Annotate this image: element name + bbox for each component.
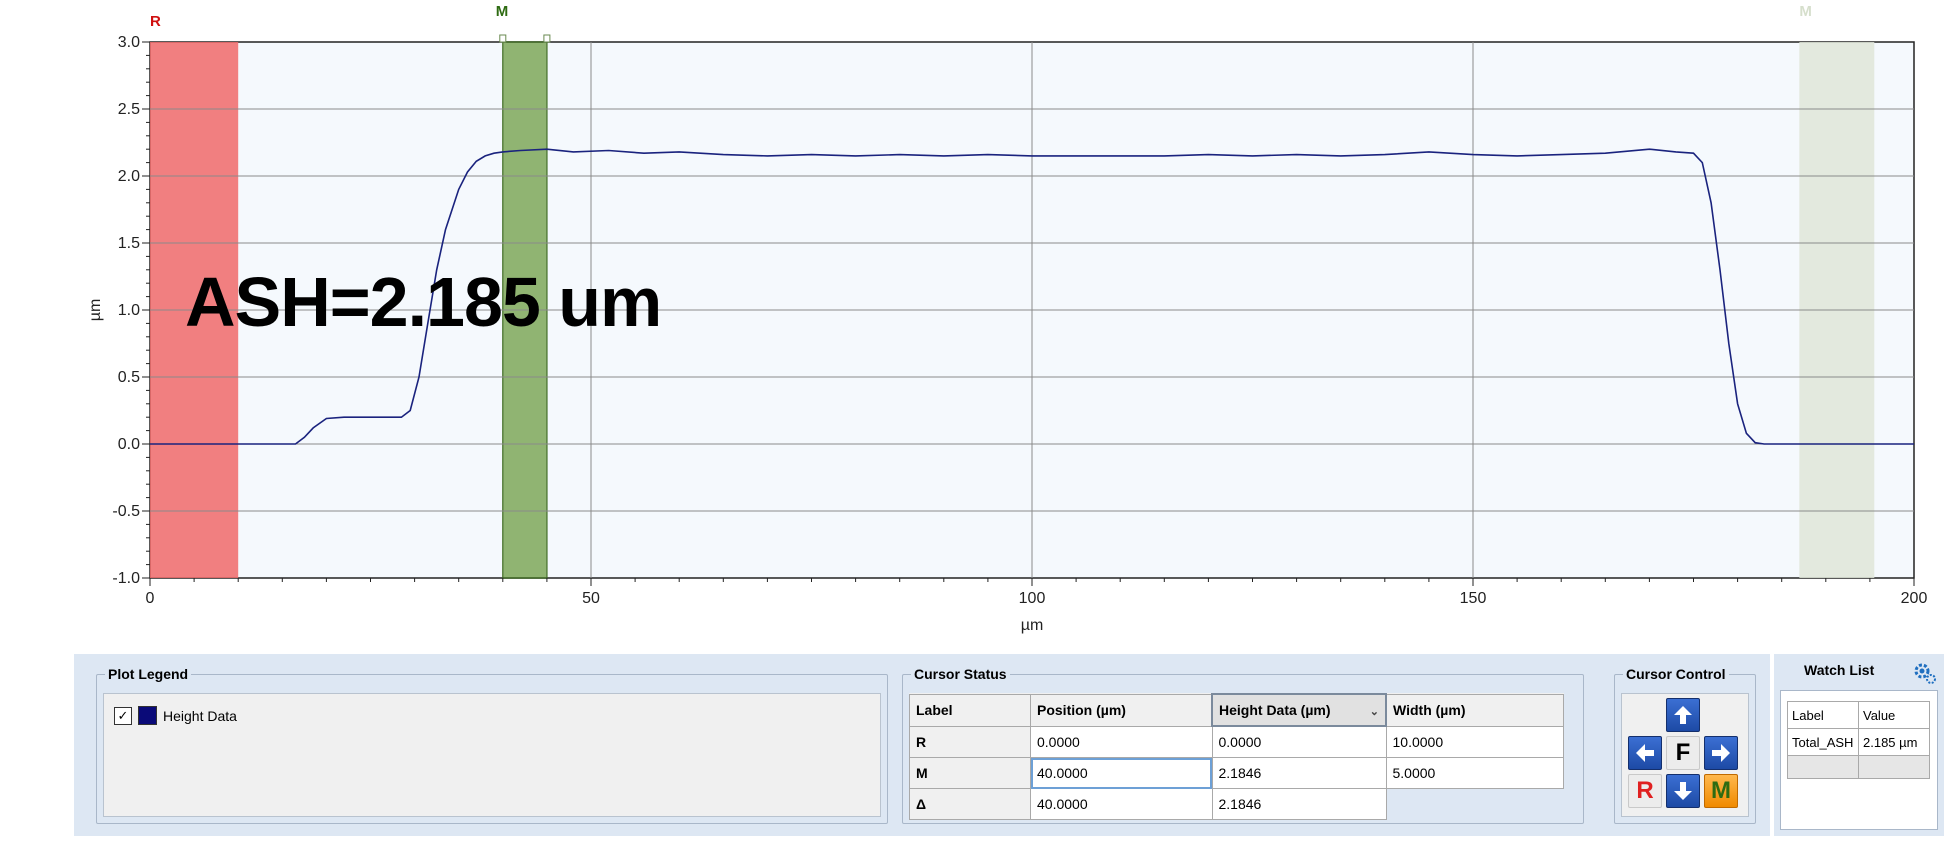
cursor-control-group: Cursor Control F R M [1614, 666, 1756, 824]
watch-list-table: Label Value Total_ASH 2.185 µm [1787, 701, 1930, 779]
x-tick-label: 200 [1901, 590, 1928, 607]
cursor-status-group: Cursor Status Label Position (µm) Height… [902, 666, 1584, 824]
plot-legend-title: Plot Legend [105, 666, 192, 682]
move-left-button[interactable] [1628, 736, 1662, 770]
watch-list-panel: Watch List Label Value Total_ASH 2.185 µ… [1774, 654, 1944, 836]
cursor-status-table: Label Position (µm) Height Data (µm) ⌄ Wi… [909, 693, 1564, 820]
y-tick-label: 0.5 [118, 369, 140, 386]
cursor-control-title: Cursor Control [1623, 666, 1729, 682]
bottom-panel: Plot Legend ✓ Height Data Cursor Status … [74, 654, 1770, 836]
watch-header-label[interactable]: Label [1787, 701, 1859, 729]
watch-new-label-cell[interactable] [1787, 755, 1859, 779]
cursor-label-m: M [1799, 3, 1812, 20]
move-down-button[interactable] [1666, 774, 1700, 808]
watch-list-title: Watch List [1804, 662, 1875, 678]
y-tick-label: -0.5 [112, 503, 140, 520]
table-row: R 0.0000 0.0000 10.0000 [909, 725, 1564, 758]
cursor-label-m: M [496, 3, 509, 20]
legend-item-label: Height Data [163, 707, 237, 724]
watch-header-value[interactable]: Value [1858, 701, 1930, 729]
y-tick-label: 2.5 [118, 101, 140, 118]
y-tick-label: 0.0 [118, 436, 140, 453]
x-tick-label: 100 [1019, 590, 1046, 607]
height-delta-value: 2.1846 [1211, 788, 1387, 820]
chevron-down-icon[interactable]: ⌄ [1370, 705, 1379, 718]
cursor-handle-left [499, 34, 507, 43]
width-m-input[interactable]: 5.0000 [1385, 757, 1564, 789]
table-row-new[interactable] [1787, 755, 1930, 779]
watch-row-value: 2.185 µm [1858, 728, 1930, 756]
row-label-delta: Δ [909, 788, 1031, 820]
fit-button[interactable]: F [1666, 736, 1700, 770]
position-m-input[interactable]: 40.0000 [1030, 757, 1213, 789]
plot-legend-list: ✓ Height Data [103, 693, 881, 817]
table-header-row: Label Position (µm) Height Data (µm) ⌄ Wi… [909, 693, 1564, 727]
arrow-down-icon [1674, 782, 1692, 800]
x-tick-label: 50 [582, 590, 600, 607]
arrow-right-icon [1712, 744, 1730, 762]
width-delta-empty [1386, 788, 1564, 820]
x-tick-label: 0 [146, 590, 155, 607]
watch-row-label: Total_ASH [1787, 728, 1859, 756]
select-m-cursor-button[interactable]: M [1704, 774, 1738, 808]
x-axis-label: µm [1021, 617, 1044, 634]
select-r-cursor-button[interactable]: R [1628, 774, 1662, 808]
table-header-row: Label Value [1787, 701, 1930, 729]
column-header-height-label: Height Data (µm) [1219, 702, 1331, 718]
legend-item-height-data[interactable]: ✓ Height Data [114, 706, 237, 725]
column-header-width[interactable]: Width (µm) [1385, 693, 1564, 727]
legend-swatch [138, 706, 157, 725]
y-axis-label: µm [87, 299, 104, 322]
gear-icon[interactable] [1912, 660, 1938, 686]
height-r-value: 0.0000 [1211, 725, 1387, 758]
move-right-button[interactable] [1704, 736, 1738, 770]
height-m-value: 2.1846 [1211, 757, 1387, 789]
cursor-status-title: Cursor Status [911, 666, 1010, 682]
move-up-button[interactable] [1666, 698, 1700, 732]
y-tick-label: 1.0 [118, 302, 140, 319]
table-row[interactable]: Total_ASH 2.185 µm [1787, 728, 1930, 756]
row-label-m: M [909, 757, 1031, 789]
column-header-height[interactable]: Height Data (µm) ⌄ [1211, 693, 1387, 727]
ash-annotation: ASH=2.185 um [185, 263, 662, 341]
watch-new-value-cell[interactable] [1858, 755, 1930, 779]
plot-legend-group: Plot Legend ✓ Height Data [96, 666, 888, 824]
width-r-input[interactable]: 10.0000 [1385, 725, 1564, 758]
cursor-control-pad: F R M [1621, 693, 1749, 817]
table-row: M 40.0000 2.1846 5.0000 [909, 757, 1564, 789]
column-header-position[interactable]: Position (µm) [1030, 693, 1213, 727]
table-row: Δ 40.0000 2.1846 [909, 788, 1564, 820]
y-tick-label: 1.5 [118, 235, 140, 252]
cursor-label-r: R [150, 13, 161, 30]
y-tick-label: -1.0 [112, 570, 140, 587]
y-tick-label: 2.0 [118, 168, 140, 185]
position-delta-value: 40.0000 [1030, 788, 1213, 820]
x-tick-label: 150 [1460, 590, 1487, 607]
row-label-r: R [909, 725, 1031, 758]
watch-list-table-box: Label Value Total_ASH 2.185 µm [1780, 690, 1938, 830]
arrow-left-icon [1636, 744, 1654, 762]
y-tick-label: 3.0 [118, 34, 140, 51]
legend-checkbox[interactable]: ✓ [114, 706, 132, 725]
cursor-handle-right [543, 34, 551, 43]
column-header-label[interactable]: Label [909, 693, 1031, 727]
position-r-input[interactable]: 0.0000 [1030, 725, 1213, 758]
arrow-up-icon [1674, 706, 1692, 724]
